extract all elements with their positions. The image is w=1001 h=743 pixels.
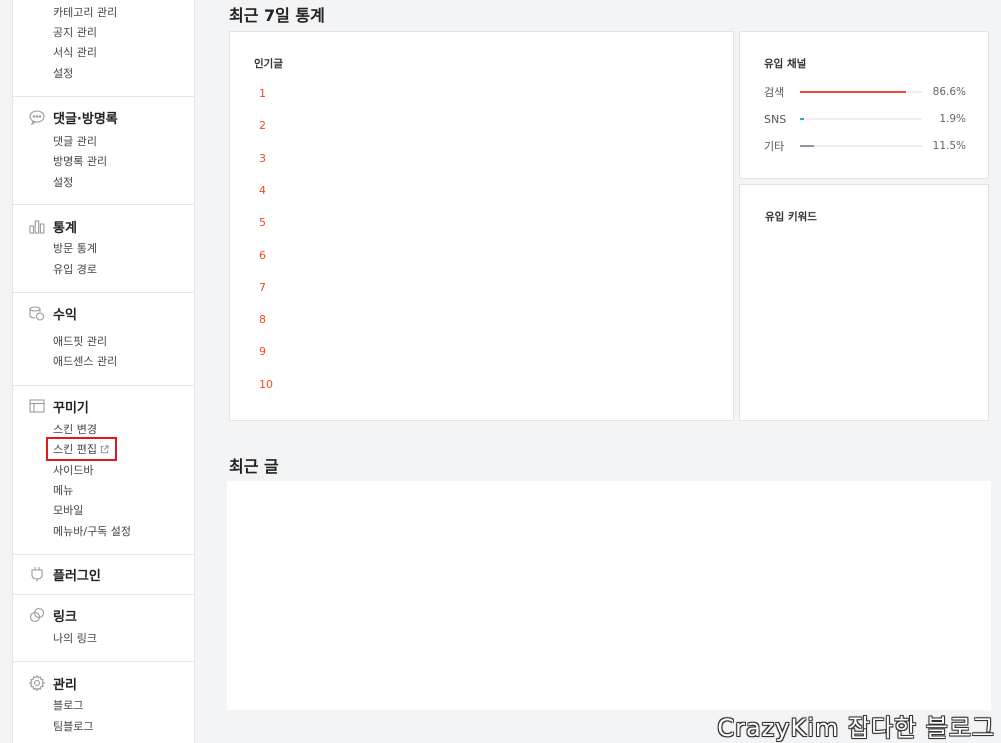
sidebar-section-content: 카테고리 관리 공지 관리 서식 관리 설정 <box>13 0 194 96</box>
channel-row: 기타 11.5% <box>764 139 966 153</box>
channel-value: 86.6% <box>932 86 966 98</box>
popular-rank-8: 8 <box>259 313 266 327</box>
sidebar-section-design: 꾸미기 스킨 변경 스킨 편집 사이드바 메뉴 모바일 메뉴바/구독 설정 <box>13 385 194 554</box>
sidebar-head-manage[interactable]: 관리 <box>28 673 77 693</box>
sidebar-item-comments[interactable]: 댓글 관리 <box>53 135 97 149</box>
sidebar-title-comments: 댓글·방명록 <box>53 111 118 127</box>
sidebar-title-design: 꾸미기 <box>53 400 89 416</box>
plug-icon <box>28 565 46 583</box>
recent-posts-card <box>227 481 991 710</box>
keywords-card: 유입 키워드 <box>739 184 989 421</box>
link-icon <box>28 606 46 624</box>
sidebar-item-skin-change[interactable]: 스킨 변경 <box>53 423 97 437</box>
gear-icon <box>28 674 46 692</box>
highlight-box-skin-edit <box>46 437 117 461</box>
sidebar-item-team-blog[interactable]: 팀블로그 <box>53 720 93 734</box>
sidebar-title-stats: 통계 <box>53 220 77 236</box>
sidebar-section-revenue: 수익 애드핏 관리 애드센스 관리 <box>13 292 194 385</box>
sidebar-item-blog[interactable]: 블로그 <box>53 699 83 713</box>
channel-value: 1.9% <box>939 113 966 125</box>
sidebar-title-links: 링크 <box>53 609 77 625</box>
coins-icon <box>28 304 46 322</box>
sidebar-section-comments: 댓글·방명록 댓글 관리 방명록 관리 설정 <box>13 96 194 204</box>
channel-bar-track <box>800 145 922 147</box>
watermark: CrazyKim 잡다한 블로그 <box>717 714 995 742</box>
channel-bar-track <box>800 118 922 120</box>
sidebar-section-links: 링크 나의 링크 <box>13 594 194 661</box>
traffic-channels-title: 유입 채널 <box>764 58 807 70</box>
channel-bar-fill <box>800 145 815 147</box>
sidebar-item-referrer[interactable]: 유입 경로 <box>53 263 97 277</box>
layout-icon <box>28 397 46 415</box>
sidebar-head-stats[interactable]: 통계 <box>28 216 77 236</box>
channel-label: SNS <box>764 112 787 126</box>
sidebar-item-content-settings[interactable]: 설정 <box>53 67 73 81</box>
sidebar-head-design[interactable]: 꾸미기 <box>28 396 89 416</box>
sidebar-title-manage: 관리 <box>53 677 77 693</box>
popular-rank-5: 5 <box>259 216 266 230</box>
popular-rank-3: 3 <box>259 151 266 165</box>
sidebar-item-comments-settings[interactable]: 설정 <box>53 176 73 190</box>
channel-bar-fill <box>800 118 804 120</box>
sidebar-item-mobile[interactable]: 모바일 <box>53 504 83 518</box>
sidebar-item-menu[interactable]: 메뉴 <box>53 484 73 498</box>
popular-rank-2: 2 <box>259 119 266 133</box>
channel-row: 검색 86.6% <box>764 85 966 99</box>
channel-bar-fill <box>800 91 906 93</box>
channel-row: SNS 1.9% <box>764 112 966 126</box>
sidebar-title-plugins: 플러그인 <box>53 568 101 584</box>
channel-bar-track <box>800 91 922 93</box>
traffic-channels-card: 유입 채널 검색 86.6% SNS 1.9% 기타 11.5% <box>739 31 989 179</box>
sidebar-item-category[interactable]: 카테고리 관리 <box>53 6 117 20</box>
keywords-title: 유입 키워드 <box>765 211 817 223</box>
recent-posts-heading: 최근 글 <box>229 457 279 476</box>
sidebar-item-menubar-subscribe[interactable]: 메뉴바/구독 설정 <box>53 525 131 539</box>
sidebar-item-adsense[interactable]: 애드센스 관리 <box>53 355 117 369</box>
popular-rank-9: 9 <box>259 345 266 359</box>
sidebar-section-plugins: 플러그인 <box>13 554 194 594</box>
popular-rank-1: 1 <box>259 87 266 100</box>
sidebar-item-sidebar[interactable]: 사이드바 <box>53 464 93 478</box>
popular-rank-4: 4 <box>259 183 266 197</box>
sidebar-head-revenue[interactable]: 수익 <box>28 303 77 323</box>
sidebar-item-guestbook[interactable]: 방명록 관리 <box>53 155 107 169</box>
sidebar-item-my-links[interactable]: 나의 링크 <box>53 632 97 646</box>
sidebar-item-template[interactable]: 서식 관리 <box>53 46 97 60</box>
channel-value: 11.5% <box>932 140 966 152</box>
speech-bubble-icon <box>28 108 46 126</box>
sidebar-item-visit-stats[interactable]: 방문 통계 <box>53 242 97 256</box>
bar-chart-icon <box>28 217 46 235</box>
popular-rank-7: 7 <box>259 280 266 294</box>
stats-heading: 최근 7일 통계 <box>229 6 325 25</box>
channel-label: 검색 <box>764 86 785 99</box>
sidebar-head-comments[interactable]: 댓글·방명록 <box>28 107 118 127</box>
popular-rank-10: 10 <box>259 377 273 391</box>
sidebar-section-stats: 통계 방문 통계 유입 경로 <box>13 204 194 292</box>
popular-posts-card: 인기글 1 2 3 4 5 6 7 8 9 10 <box>229 31 734 421</box>
popular-rank-6: 6 <box>259 248 266 262</box>
sidebar-item-adfit[interactable]: 애드핏 관리 <box>53 335 107 349</box>
sidebar-head-plugins[interactable]: 플러그인 <box>28 564 101 584</box>
popular-posts-title: 인기글 <box>254 58 283 70</box>
sidebar-section-manage: 관리 블로그 팀블로그 <box>13 661 194 743</box>
sidebar: 카테고리 관리 공지 관리 서식 관리 설정 댓글·방명록 댓글 관리 방명록 … <box>12 0 195 743</box>
sidebar-title-revenue: 수익 <box>53 307 77 323</box>
sidebar-head-links[interactable]: 링크 <box>28 605 77 625</box>
sidebar-item-notice[interactable]: 공지 관리 <box>53 26 97 40</box>
channel-label: 기타 <box>764 140 785 153</box>
